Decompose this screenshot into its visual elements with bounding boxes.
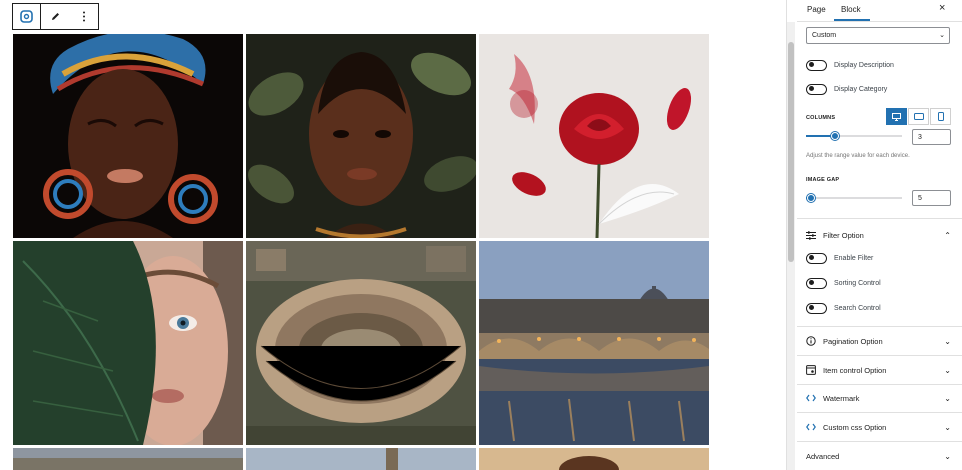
code-icon: [806, 422, 816, 432]
sliders-icon: [806, 230, 816, 240]
chevron-down-icon: ⌄: [944, 365, 951, 375]
watermark-panel-header[interactable]: Watermark ⌄: [806, 391, 951, 405]
filter-option-panel-header[interactable]: Filter Option ⌃: [806, 228, 951, 242]
divider: [797, 441, 962, 442]
tablet-device-button[interactable]: [908, 108, 929, 125]
slider-knob[interactable]: [806, 194, 815, 202]
window-icon: [806, 365, 816, 375]
image-gap-number-input[interactable]: 5: [912, 190, 951, 206]
panel-title: Item control Option: [823, 365, 887, 375]
item-control-option-panel-header[interactable]: Item control Option ⌄: [806, 363, 951, 377]
block-toolbar: [12, 3, 99, 30]
panel-title: Advanced: [806, 451, 840, 461]
advanced-panel-header[interactable]: Advanced ⌄: [806, 449, 951, 463]
image-gap-label: IMAGE GAP: [806, 177, 840, 183]
chevron-down-icon: ⌄: [939, 32, 945, 39]
panel-title: Watermark: [823, 393, 860, 403]
help-text: Adjust the range value for each device.: [806, 153, 910, 159]
display-description-toggle[interactable]: [806, 59, 827, 71]
toggle-label: Display Description: [834, 61, 894, 69]
enable-filter-toggle[interactable]: [806, 252, 827, 264]
chevron-down-icon: ⌄: [944, 393, 951, 403]
gallery-image-food-partial[interactable]: [479, 448, 709, 470]
pagination-option-panel-header[interactable]: Pagination Option ⌄: [806, 334, 951, 348]
gallery-image-rome-bridge[interactable]: [479, 241, 709, 445]
layout-select[interactable]: Custom ⌄: [806, 27, 950, 44]
gallery-image-dome-partial[interactable]: [246, 448, 476, 470]
gallery-image-red-rose[interactable]: [479, 34, 709, 238]
close-icon[interactable]: ×: [939, 2, 945, 14]
desktop-icon: [892, 112, 901, 121]
more-options-icon[interactable]: [70, 4, 98, 29]
divider: [797, 355, 962, 356]
image-gap-slider[interactable]: [806, 192, 902, 204]
search-control-toggle-row: Search Control: [806, 302, 881, 314]
search-control-toggle[interactable]: [806, 302, 827, 314]
desktop-device-button[interactable]: [886, 108, 907, 125]
display-category-toggle-row: Display Category: [806, 83, 887, 95]
code-icon: [806, 393, 816, 403]
mobile-icon: [937, 112, 944, 121]
chevron-down-icon: ⌄: [944, 422, 951, 432]
panel-title: Pagination Option: [823, 336, 883, 346]
sorting-control-toggle[interactable]: [806, 277, 827, 289]
info-icon: [806, 336, 816, 346]
sidebar-scrollbar[interactable]: [787, 22, 795, 470]
divider: [797, 412, 962, 413]
layout-select-value: Custom: [812, 32, 837, 39]
pencil-icon[interactable]: [41, 4, 69, 29]
slider-track: [806, 197, 902, 199]
divider: [797, 218, 962, 219]
panel-title: Custom css Option: [823, 422, 887, 432]
custom-css-option-panel-header[interactable]: Custom css Option ⌄: [806, 420, 951, 434]
display-description-toggle-row: Display Description: [806, 59, 894, 71]
slider-knob[interactable]: [830, 132, 839, 140]
block-settings: Custom ⌄ Display Description Display Cat…: [797, 22, 962, 470]
gallery-image-woman-leaves[interactable]: [246, 34, 476, 238]
panel-title: Filter Option: [823, 230, 864, 240]
gallery-image-colosseum[interactable]: [246, 241, 476, 445]
toggle-label: Enable Filter: [834, 254, 874, 262]
gallery-image-city-partial[interactable]: [13, 448, 243, 470]
toggle-label: Sorting Control: [834, 279, 881, 287]
columns-number-input[interactable]: 3: [912, 129, 951, 145]
enable-filter-toggle-row: Enable Filter: [806, 252, 873, 264]
chevron-down-icon: ⌄: [944, 451, 951, 461]
gallery-image-woman-headwrap[interactable]: [13, 34, 243, 238]
sorting-control-toggle-row: Sorting Control: [806, 277, 881, 289]
image-gallery: [13, 34, 710, 470]
chevron-up-icon: ⌃: [944, 230, 951, 240]
device-switcher: [885, 108, 951, 125]
mobile-device-button[interactable]: [930, 108, 951, 125]
columns-label: COLUMNS: [806, 115, 836, 121]
scrollbar-thumb[interactable]: [788, 42, 794, 262]
sidebar-tabs: Page Block ×: [797, 0, 962, 22]
columns-slider[interactable]: [806, 130, 902, 142]
chevron-down-icon: ⌄: [944, 336, 951, 346]
tablet-icon: [913, 113, 924, 120]
tab-page[interactable]: Page: [807, 5, 826, 14]
settings-sidebar: Page Block × Custom ⌄ Display Descriptio…: [786, 0, 962, 470]
active-tab-indicator: [834, 19, 870, 21]
divider: [797, 384, 962, 385]
display-category-toggle[interactable]: [806, 83, 827, 95]
tab-block[interactable]: Block: [841, 5, 861, 14]
divider: [797, 326, 962, 327]
gallery-block-icon[interactable]: [13, 4, 42, 29]
toggle-label: Search Control: [834, 304, 881, 312]
gallery-image-face-leaf[interactable]: [13, 241, 243, 445]
toggle-label: Display Category: [834, 85, 888, 93]
